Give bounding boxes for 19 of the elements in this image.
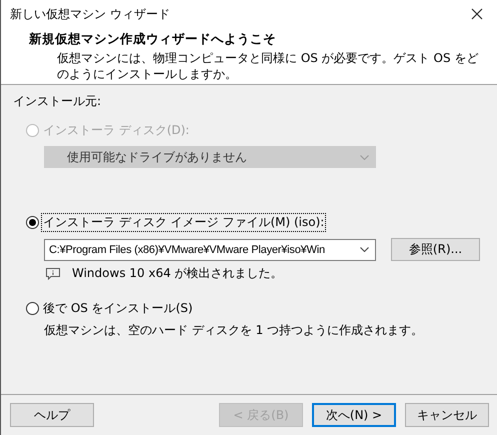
radio-label[interactable]: インストーラ ディスク イメージ ファイル(M) (iso): [41, 212, 326, 232]
radio-label[interactable]: 後で OS をインストール(S) [41, 298, 195, 318]
chevron-icon [360, 154, 369, 160]
iso-path-dropdown[interactable]: C:¥Program Files (x86)¥VMware¥VMware Player¥iso¥Win [44, 238, 376, 260]
browse-button[interactable]: 参照(R)... [391, 238, 480, 261]
chevron-icon [360, 247, 369, 252]
dialog-button[interactable]: ヘルプ [10, 403, 94, 427]
radio-button[interactable] [26, 216, 39, 228]
close-icon[interactable] [471, 8, 483, 20]
radio-button[interactable] [26, 302, 39, 314]
option-note: 仮想マシンは、空のハード ディスクを 1 つ持つように作成されます。 [44, 322, 424, 339]
dialog-button[interactable]: キャンセル [405, 403, 489, 427]
wizard-description: 仮想マシンには、物理コンピュータと同様に OS が必要です。ゲスト OS をどのようにインストールしますか。 [56, 50, 480, 82]
info-icon [46, 268, 60, 280]
wizard-heading: 新規仮想マシン作成ウィザードへようこそ [29, 31, 277, 48]
window-title: 新しい仮想マシン ウィザード [10, 6, 170, 22]
section-label: インストール元: [13, 93, 102, 110]
dialog-button[interactable]: 次へ(N) > [312, 403, 396, 427]
detection-message: Windows 10 x64 が検出されました。 [72, 265, 283, 282]
